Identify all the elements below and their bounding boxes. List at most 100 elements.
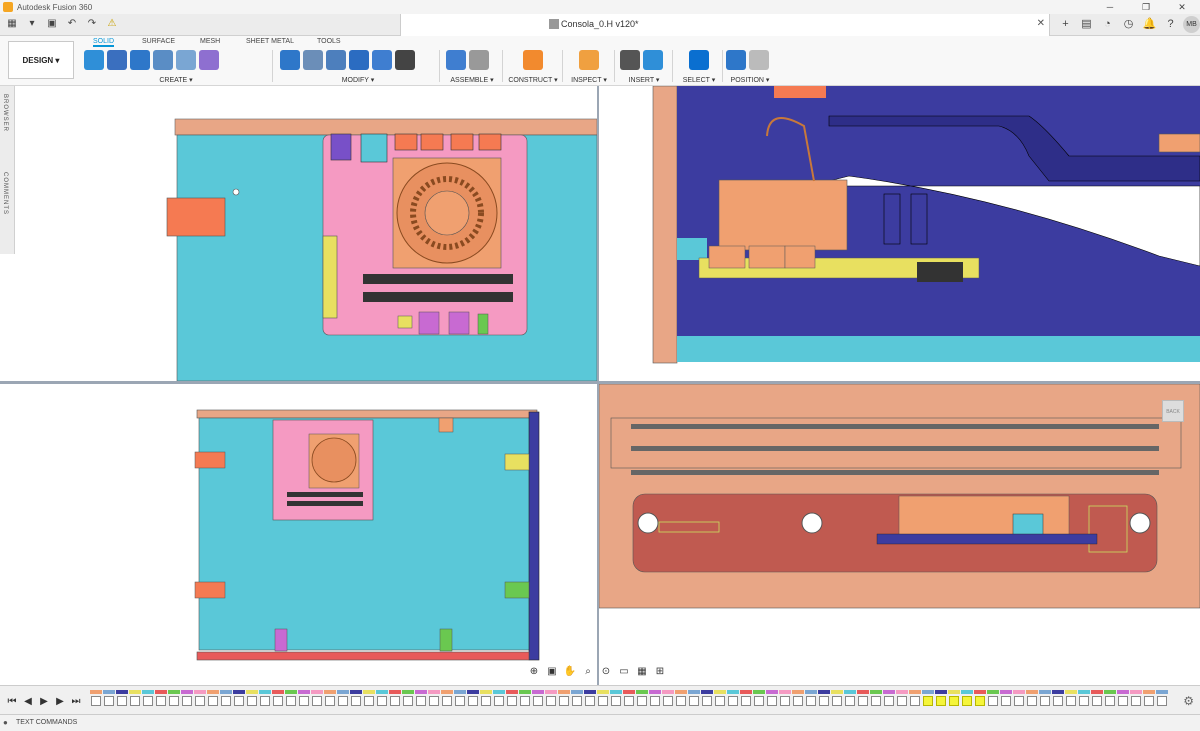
assemble-menu[interactable]: ASSEMBLE ▾ bbox=[446, 76, 498, 84]
insert-menu[interactable]: INSERT ▾ bbox=[620, 76, 668, 84]
timeline-feature[interactable] bbox=[155, 690, 167, 709]
timeline-feature[interactable] bbox=[272, 690, 284, 709]
chamfer-icon[interactable] bbox=[326, 50, 346, 70]
play-icon[interactable]: ▶ bbox=[38, 696, 50, 707]
data-panel-icon[interactable]: ▦ bbox=[4, 17, 20, 31]
timeline-feature[interactable] bbox=[753, 690, 765, 709]
move-icon[interactable] bbox=[395, 50, 415, 70]
timeline-feature[interactable] bbox=[454, 690, 466, 709]
job-status-icon[interactable]: ◔ bbox=[1099, 16, 1116, 33]
restore-icon[interactable]: ❐ bbox=[1128, 0, 1164, 14]
offset-plane-icon[interactable] bbox=[523, 50, 543, 70]
timeline-feature[interactable] bbox=[493, 690, 505, 709]
file-menu-icon[interactable]: ▾ bbox=[24, 17, 40, 31]
timeline-feature[interactable] bbox=[415, 690, 427, 709]
timeline-feature[interactable] bbox=[142, 690, 154, 709]
timeline-feature[interactable] bbox=[831, 690, 843, 709]
canvas-image-icon[interactable] bbox=[643, 50, 663, 70]
text-commands-icon[interactable]: ● bbox=[3, 718, 8, 727]
view-cube[interactable]: BACK bbox=[1162, 400, 1184, 422]
construct-menu[interactable]: CONSTRUCT ▾ bbox=[508, 76, 558, 84]
timeline-feature[interactable] bbox=[1143, 690, 1155, 709]
timeline-feature[interactable] bbox=[974, 690, 986, 709]
timeline-feature[interactable] bbox=[948, 690, 960, 709]
go-to-end-icon[interactable]: ⏭ bbox=[70, 696, 82, 707]
timeline-feature[interactable] bbox=[961, 690, 973, 709]
viewport-bottom-left[interactable] bbox=[15, 384, 597, 685]
timeline-feature[interactable] bbox=[311, 690, 323, 709]
timeline-feature[interactable] bbox=[220, 690, 232, 709]
text-commands-label[interactable]: TEXT COMMANDS bbox=[16, 719, 77, 726]
timeline-feature[interactable] bbox=[480, 690, 492, 709]
redo-icon[interactable]: ↷ bbox=[84, 17, 100, 31]
viewport-divider-vertical[interactable] bbox=[597, 86, 599, 685]
timeline-feature[interactable] bbox=[688, 690, 700, 709]
inspect-menu[interactable]: INSPECT ▾ bbox=[568, 76, 610, 84]
timeline-feature[interactable] bbox=[727, 690, 739, 709]
timeline-feature[interactable] bbox=[389, 690, 401, 709]
joint-icon[interactable] bbox=[469, 50, 489, 70]
timeline-feature[interactable] bbox=[1013, 690, 1025, 709]
timeline-feature[interactable] bbox=[740, 690, 752, 709]
timeline-feature[interactable] bbox=[467, 690, 479, 709]
timeline-feature[interactable] bbox=[129, 690, 141, 709]
timeline-feature[interactable] bbox=[1039, 690, 1051, 709]
viewport-divider-horizontal[interactable] bbox=[0, 381, 1200, 384]
look-at-icon[interactable]: ▣ bbox=[544, 666, 560, 677]
timeline-feature[interactable] bbox=[987, 690, 999, 709]
document-tab[interactable]: Consola_0.H v120* ✕ bbox=[400, 14, 1050, 36]
create-menu[interactable]: CREATE ▾ bbox=[84, 76, 268, 84]
help-icon[interactable]: ? bbox=[1162, 16, 1179, 33]
workspace-switcher[interactable]: DESIGN ▾ bbox=[8, 41, 74, 79]
orbit-icon[interactable]: ⊕ bbox=[526, 666, 542, 677]
shell-icon[interactable] bbox=[349, 50, 369, 70]
timeline-feature[interactable] bbox=[844, 690, 856, 709]
timeline-feature[interactable] bbox=[545, 690, 557, 709]
warning-icon[interactable]: ⚠ bbox=[104, 17, 120, 31]
timeline-feature[interactable] bbox=[1130, 690, 1142, 709]
timeline-feature[interactable] bbox=[233, 690, 245, 709]
viewports-icon[interactable]: ⊞ bbox=[652, 666, 668, 677]
timeline-feature[interactable] bbox=[922, 690, 934, 709]
fit-icon[interactable]: ⊙ bbox=[598, 666, 614, 677]
clock-icon[interactable]: ◷ bbox=[1120, 16, 1137, 33]
combine-icon[interactable] bbox=[372, 50, 392, 70]
sketch-icon[interactable] bbox=[107, 50, 127, 70]
save-icon[interactable]: ▣ bbox=[44, 17, 60, 31]
timeline-feature[interactable] bbox=[1156, 690, 1168, 709]
timeline-feature[interactable] bbox=[298, 690, 310, 709]
extrude-icon[interactable] bbox=[130, 50, 150, 70]
comments-panel-toggle[interactable]: COMMENTS bbox=[2, 172, 8, 215]
timeline-feature[interactable] bbox=[857, 690, 869, 709]
timeline-feature[interactable] bbox=[441, 690, 453, 709]
viewport-top-left[interactable] bbox=[15, 86, 597, 381]
step-back-icon[interactable]: ◀ bbox=[22, 696, 34, 707]
timeline-feature[interactable] bbox=[376, 690, 388, 709]
timeline-feature[interactable] bbox=[519, 690, 531, 709]
timeline-feature[interactable] bbox=[207, 690, 219, 709]
timeline-feature[interactable] bbox=[558, 690, 570, 709]
timeline-feature[interactable] bbox=[805, 690, 817, 709]
timeline-feature[interactable] bbox=[662, 690, 674, 709]
timeline-feature[interactable] bbox=[259, 690, 271, 709]
position-menu[interactable]: POSITION ▾ bbox=[726, 76, 774, 84]
timeline-feature[interactable] bbox=[90, 690, 102, 709]
close-icon[interactable]: ✕ bbox=[1164, 0, 1200, 14]
timeline-feature[interactable] bbox=[1117, 690, 1129, 709]
timeline-feature[interactable] bbox=[636, 690, 648, 709]
timeline-feature[interactable] bbox=[935, 690, 947, 709]
timeline-feature[interactable] bbox=[1091, 690, 1103, 709]
timeline-feature[interactable] bbox=[571, 690, 583, 709]
press-pull-icon[interactable] bbox=[280, 50, 300, 70]
timeline-feature[interactable] bbox=[103, 690, 115, 709]
timeline-feature[interactable] bbox=[428, 690, 440, 709]
timeline-feature[interactable] bbox=[337, 690, 349, 709]
timeline-feature[interactable] bbox=[506, 690, 518, 709]
timeline-feature[interactable] bbox=[649, 690, 661, 709]
timeline-feature[interactable] bbox=[285, 690, 297, 709]
timeline-feature[interactable] bbox=[1104, 690, 1116, 709]
timeline-feature[interactable] bbox=[714, 690, 726, 709]
user-avatar[interactable]: MB bbox=[1183, 16, 1200, 33]
timeline-feature[interactable] bbox=[766, 690, 778, 709]
measure-icon[interactable] bbox=[579, 50, 599, 70]
